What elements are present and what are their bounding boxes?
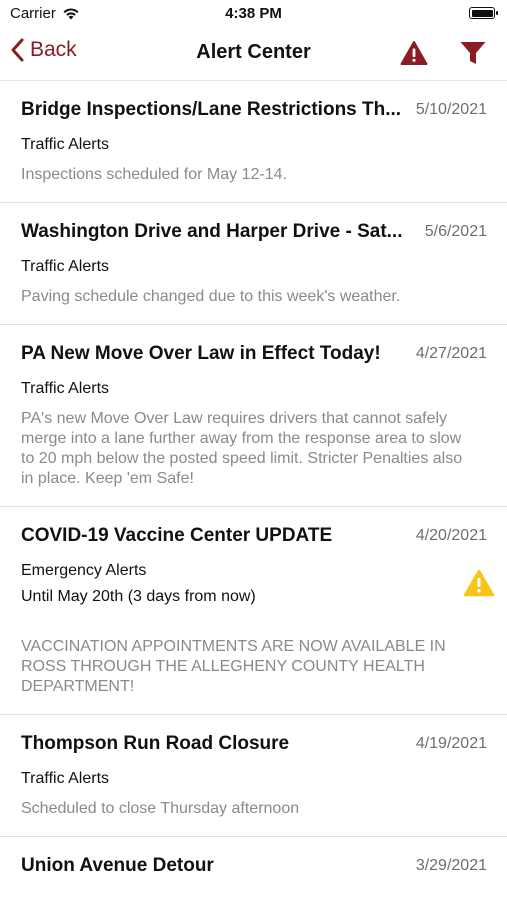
alert-date: 5/6/2021 (424, 223, 487, 240)
alert-category: Traffic Alerts (21, 380, 110, 397)
alert-description: VACCINATION APPOINTMENTS ARE NOW AVAILAB… (21, 638, 446, 695)
status-time: 4:38 PM (225, 5, 282, 22)
alert-description: Scheduled to close Thursday afternoon (21, 800, 300, 817)
page-title: Alert Center (196, 41, 311, 63)
alert-title: Bridge Inspections/Lane Restrictions Th.… (21, 99, 402, 120)
alert-category: Traffic Alerts (21, 258, 110, 275)
alert-row[interactable]: Union Avenue Detour 3/29/2021 (0, 837, 507, 883)
filter-icon (460, 42, 486, 64)
alert-until: Until May 20th (3 days from now) (21, 588, 256, 605)
alert-row[interactable]: PA New Move Over Law in Effect Today! 4/… (0, 325, 507, 507)
alert-category: Traffic Alerts (21, 136, 110, 153)
alert-row[interactable]: COVID-19 Vaccine Center UPDATE 4/20/2021… (0, 507, 507, 715)
nav-bar: Back Alert Center (0, 28, 507, 81)
alert-title: PA New Move Over Law in Effect Today! (21, 343, 381, 364)
alert-title: Union Avenue Detour (21, 855, 214, 876)
alert-category: Emergency Alerts (21, 562, 147, 579)
warning-icon (463, 569, 495, 597)
filter-button[interactable] (459, 40, 487, 71)
alert-triangle-icon (400, 41, 428, 65)
alert-category: Traffic Alerts (21, 770, 110, 787)
alert-title: Washington Drive and Harper Drive - Sat.… (21, 221, 403, 242)
alert-date: 4/19/2021 (415, 735, 487, 752)
alert-date: 4/27/2021 (415, 345, 487, 362)
alert-button[interactable] (400, 40, 428, 71)
alert-row[interactable]: Washington Drive and Harper Drive - Sat.… (0, 203, 507, 325)
battery-icon (469, 7, 498, 19)
alert-title: Thompson Run Road Closure (21, 733, 290, 754)
alert-date: 3/29/2021 (415, 857, 487, 874)
alert-description: PA's new Move Over Law requires drivers … (21, 410, 463, 487)
alert-title: COVID-19 Vaccine Center UPDATE (21, 525, 333, 546)
alert-list: Bridge Inspections/Lane Restrictions Th.… (0, 81, 507, 883)
status-bar: Carrier 4:38 PM (0, 0, 507, 28)
alert-description: Paving schedule changed due to this week… (21, 288, 401, 305)
alert-description: Inspections scheduled for May 12-14. (21, 166, 287, 183)
alert-row[interactable]: Bridge Inspections/Lane Restrictions Th.… (0, 81, 507, 203)
alert-date: 5/10/2021 (415, 101, 487, 118)
alert-row[interactable]: Thompson Run Road Closure 4/19/2021 Traf… (0, 715, 507, 837)
alert-date: 4/20/2021 (415, 527, 487, 544)
